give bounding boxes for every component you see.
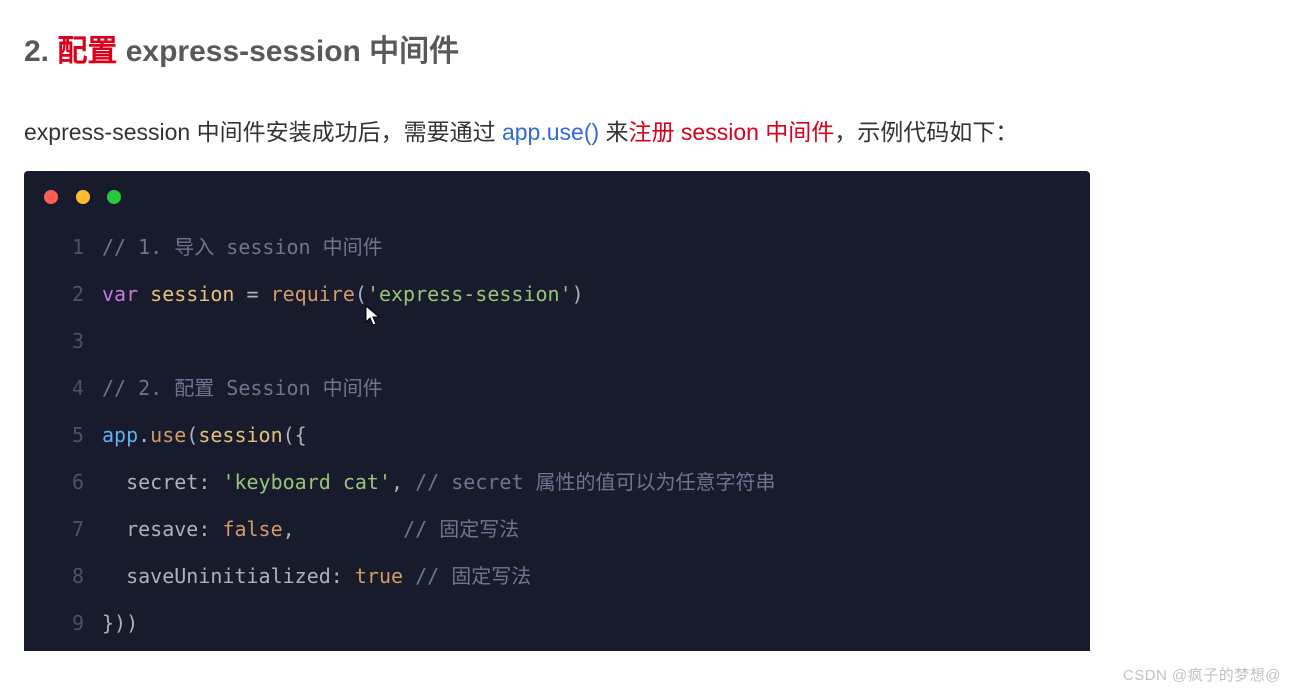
line-number: 7 [24,506,102,553]
code-token: session [150,282,234,306]
code-token: // 2. 配置 Session 中间件 [102,376,383,400]
line-number: 1 [24,224,102,271]
code-token: saveUninitialized [126,564,331,588]
code-token [102,564,126,588]
line-content: app.use(session({ [102,412,307,459]
intro-text-2: 来 [599,119,628,145]
line-number: 3 [24,318,102,365]
heading-number: 2. [24,35,49,68]
line-number: 9 [24,600,102,647]
code-block: 1// 1. 导入 session 中间件2var session = requ… [24,214,1090,651]
code-token: true [355,564,403,588]
section-heading: 2. 配置 express-session 中间件 [24,26,1267,70]
code-token: . [138,423,150,447]
code-line: 1// 1. 导入 session 中间件 [24,224,1090,271]
intro-text-1: express-session 中间件安装成功后，需要通过 [24,119,502,145]
line-content: })) [102,600,138,647]
code-token: 'express-session' [367,282,572,306]
code-token [102,517,126,541]
code-token: ({ [283,423,307,447]
code-token: : [331,564,355,588]
line-content: resave: false, // 固定写法 [102,506,519,553]
code-token: ) [572,282,584,306]
line-content: // 2. 配置 Session 中间件 [102,365,383,412]
code-token [138,282,150,306]
code-token: // 固定写法 [415,564,531,588]
code-token: , [391,470,415,494]
code-token: // 1. 导入 session 中间件 [102,235,383,259]
watermark: CSDN @疯子的梦想@ [1123,664,1281,685]
code-token: ( [355,282,367,306]
code-window: 1// 1. 导入 session 中间件2var session = requ… [24,171,1090,651]
code-token: session [198,423,282,447]
code-line: 6 secret: 'keyboard cat', // secret 属性的值… [24,459,1090,506]
line-number: 2 [24,271,102,318]
code-token: var [102,282,138,306]
heading-rest: express-session 中间件 [117,35,459,68]
code-line: 8 saveUninitialized: true // 固定写法 [24,553,1090,600]
code-line: 7 resave: false, // 固定写法 [24,506,1090,553]
line-number: 6 [24,459,102,506]
line-number: 5 [24,412,102,459]
code-token: ( [186,423,198,447]
code-token: secret [126,470,198,494]
code-token: // 固定写法 [403,517,519,541]
code-token: resave [126,517,198,541]
heading-emphasis: 配置 [57,35,117,68]
window-close-icon [44,190,58,204]
line-content: // 1. 导入 session 中间件 [102,224,383,271]
code-token [102,470,126,494]
intro-code-ref: app.use() [502,119,599,145]
line-content: secret: 'keyboard cat', // secret 属性的值可以… [102,459,776,506]
code-token: = [234,282,270,306]
code-token: : [198,517,222,541]
intro-text-3: ，示例代码如下： [834,119,1018,145]
code-token: use [150,423,186,447]
window-zoom-icon [107,190,121,204]
code-token [403,564,415,588]
code-line: 3 [24,318,1090,365]
code-line: 2var session = require('express-session'… [24,271,1090,318]
code-token: false [222,517,282,541]
code-token: // secret 属性的值可以为任意字符串 [415,470,775,494]
code-token: , [283,517,403,541]
code-token: require [271,282,355,306]
window-minimize-icon [76,190,90,204]
intro-emphasis: 注册 session 中间件 [629,119,835,145]
line-content: var session = require('express-session') [102,271,584,318]
code-line: 5app.use(session({ [24,412,1090,459]
line-number: 8 [24,553,102,600]
code-token: 'keyboard cat' [222,470,391,494]
line-content: saveUninitialized: true // 固定写法 [102,553,531,600]
intro-paragraph: express-session 中间件安装成功后，需要通过 app.use() … [24,114,1267,151]
code-line: 4// 2. 配置 Session 中间件 [24,365,1090,412]
code-token: app [102,423,138,447]
code-token: : [198,470,222,494]
code-line: 9})) [24,600,1090,647]
code-token: })) [102,611,138,635]
window-controls [24,171,1090,214]
line-number: 4 [24,365,102,412]
